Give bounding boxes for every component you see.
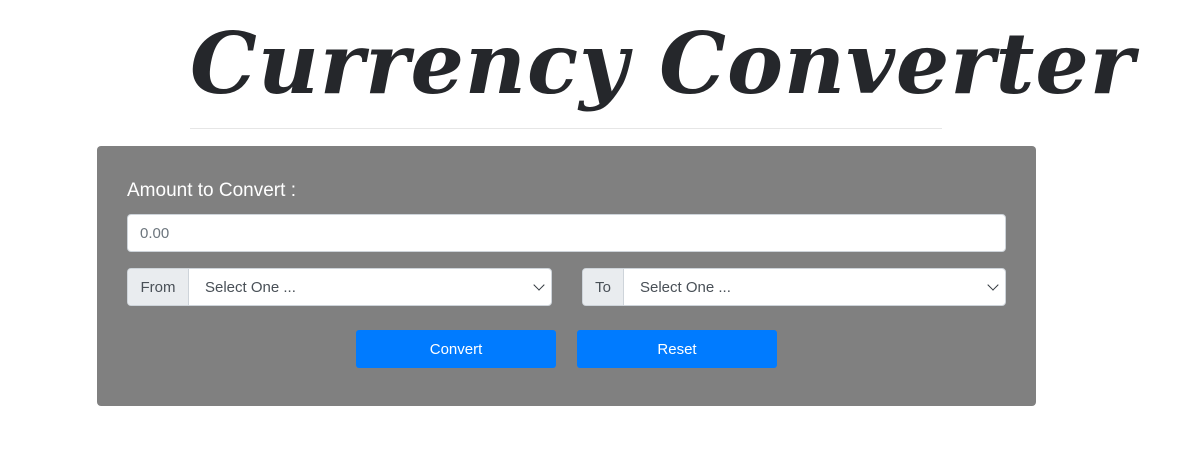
- chevron-down-icon: [987, 279, 999, 291]
- from-label: From: [128, 269, 189, 305]
- amount-label: Amount to Convert :: [127, 180, 296, 201]
- from-currency-group: From Select One ...: [127, 268, 552, 306]
- reset-button[interactable]: Reset: [577, 330, 777, 368]
- amount-input[interactable]: [127, 214, 1006, 252]
- to-label: To: [583, 269, 624, 305]
- page: Currency Converter Amount to Convert : F…: [0, 0, 1191, 471]
- title-divider: [190, 128, 942, 129]
- from-selected-value: Select One ...: [205, 278, 296, 296]
- to-currency-group: To Select One ...: [582, 268, 1006, 306]
- chevron-down-icon: [533, 279, 545, 291]
- converter-panel: Amount to Convert : From Select One ... …: [97, 146, 1036, 406]
- convert-button[interactable]: Convert: [356, 330, 556, 368]
- page-title: Currency Converter: [190, 14, 1136, 113]
- from-currency-select[interactable]: Select One ...: [189, 269, 551, 305]
- to-currency-select[interactable]: Select One ...: [624, 269, 1005, 305]
- to-selected-value: Select One ...: [640, 278, 731, 296]
